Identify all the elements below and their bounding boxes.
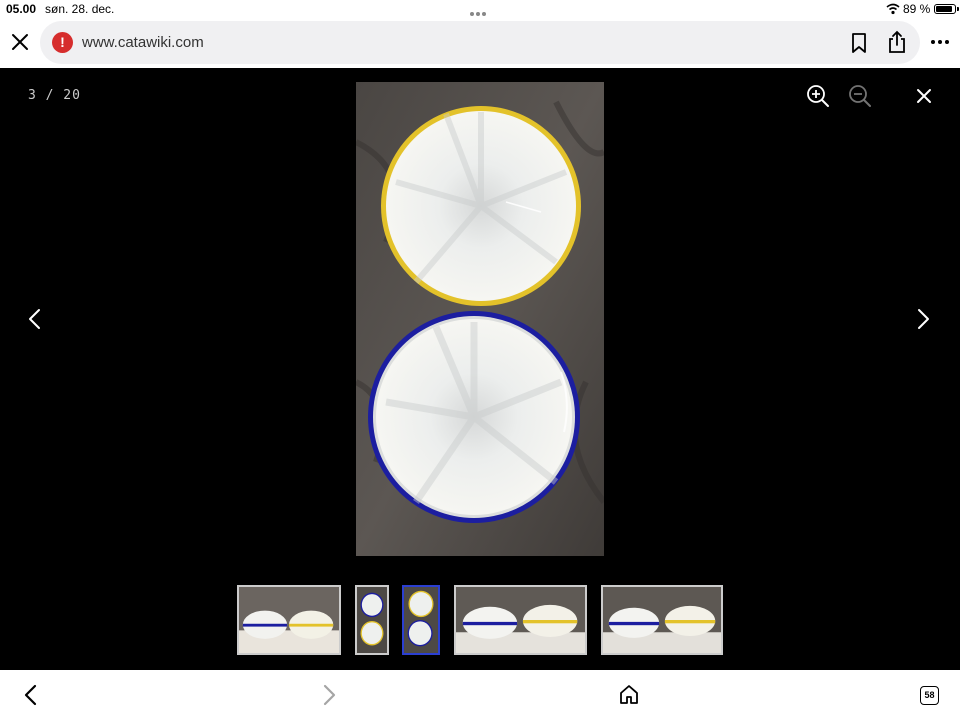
thumbnail-2[interactable] [355,585,389,655]
wifi-icon [886,3,900,15]
main-photo [356,82,604,556]
back-icon[interactable] [20,683,42,707]
close-viewer-icon[interactable] [914,86,934,106]
image-counter: 3 / 20 [28,88,81,103]
close-icon[interactable] [8,30,32,54]
status-time: 05.00 [6,2,37,16]
tabs-icon[interactable]: 58 [920,686,939,705]
share-icon[interactable] [886,30,908,54]
zoom-in-icon[interactable] [806,84,830,108]
warning-icon[interactable]: ! [52,32,73,53]
url-text[interactable]: www.catawiki.com [82,34,204,51]
bookmark-icon[interactable] [848,32,870,54]
status-date: søn. 28. dec. [45,2,115,16]
battery-icon [934,4,959,14]
address-bar[interactable]: ! www.catawiki.com [40,21,920,64]
next-icon[interactable] [914,308,932,330]
home-icon[interactable] [618,683,640,705]
thumbnail-strip [0,584,960,656]
thumbnail-1[interactable] [237,585,341,655]
multitasking-dots-icon[interactable] [470,5,490,16]
thumbnail-3[interactable] [402,585,440,655]
image-viewer: 3 / 20 [0,68,960,670]
browser-bar: ! www.catawiki.com [0,18,960,68]
status-bar: 05.00 søn. 28. dec. 89 % [0,0,960,18]
thumbnail-5[interactable] [601,585,723,655]
thumbnail-4[interactable] [454,585,587,655]
forward-icon[interactable] [318,683,340,707]
battery-percent: 89 % [903,2,931,16]
more-icon[interactable] [930,39,950,45]
bottom-toolbar: 58 [0,670,960,720]
prev-icon[interactable] [26,308,44,330]
zoom-out-icon[interactable] [848,84,872,108]
